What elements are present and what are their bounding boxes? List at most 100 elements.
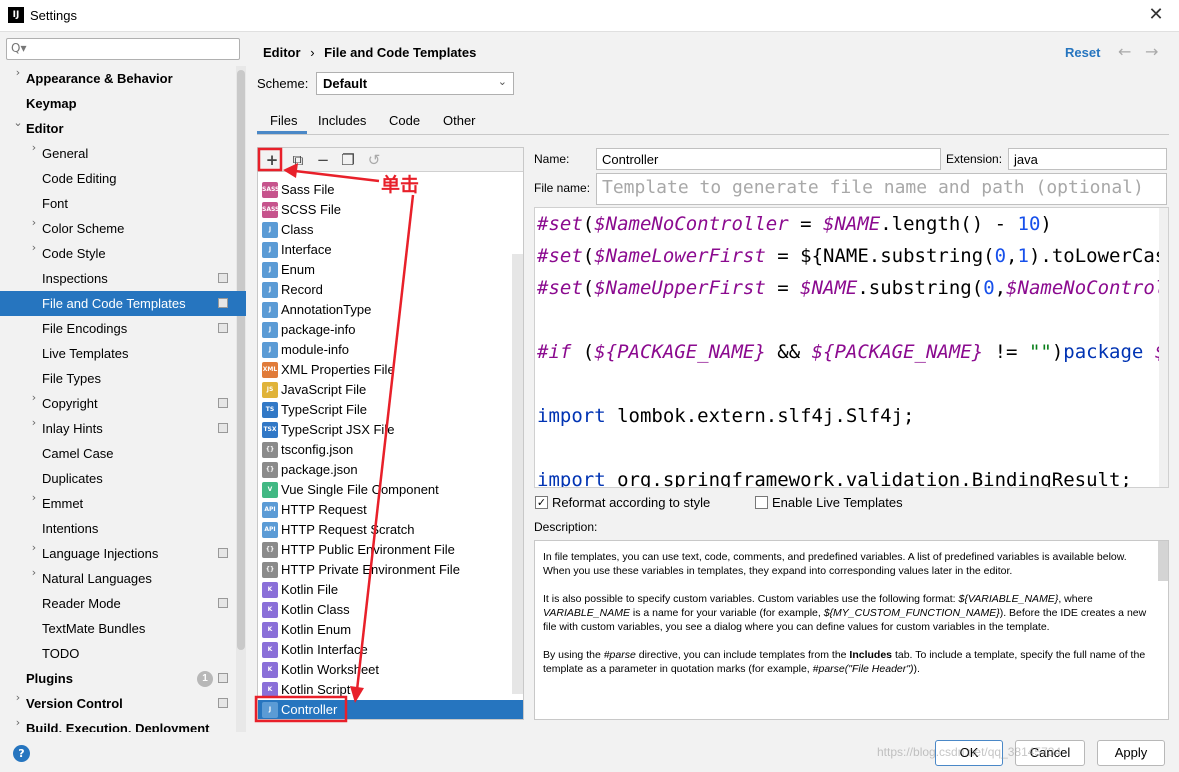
sidebar-item-font[interactable]: Font bbox=[0, 191, 236, 216]
sidebar-item-label: TextMate Bundles bbox=[42, 621, 146, 636]
template-list-item[interactable]: K Kotlin File bbox=[258, 580, 512, 600]
template-list-item[interactable]: K Kotlin Enum bbox=[258, 620, 512, 640]
sidebar-item-file-types[interactable]: File Types bbox=[0, 366, 236, 391]
sidebar-item-intentions[interactable]: Intentions bbox=[0, 516, 236, 541]
sidebar-item-code-editing[interactable]: Code Editing bbox=[0, 166, 236, 191]
sidebar-item-general[interactable]: › General bbox=[0, 141, 236, 166]
sidebar-item-copyright[interactable]: › Copyright bbox=[0, 391, 236, 416]
tabs-divider bbox=[257, 134, 1169, 135]
sidebar-item-camel-case[interactable]: Camel Case bbox=[0, 441, 236, 466]
file-type-icon: J bbox=[262, 342, 278, 358]
chevron-right-icon[interactable]: › bbox=[12, 66, 24, 79]
chevron-right-icon[interactable]: › bbox=[28, 141, 40, 154]
description-scrollbar[interactable] bbox=[1158, 541, 1168, 581]
chevron-right-icon[interactable]: › bbox=[12, 716, 24, 729]
template-list-item[interactable]: J Enum bbox=[258, 260, 512, 280]
sidebar-item-version-control[interactable]: › Version Control bbox=[0, 691, 236, 716]
sidebar-item-file-and-code-templates[interactable]: File and Code Templates bbox=[0, 291, 246, 316]
name-field[interactable]: Controller bbox=[596, 148, 941, 170]
project-scope-icon bbox=[218, 273, 228, 283]
live-templates-label[interactable]: Enable Live Templates bbox=[772, 495, 903, 510]
sidebar-item-editor[interactable]: ⌄ Editor bbox=[0, 116, 236, 141]
back-arrow-icon[interactable]: ← bbox=[1118, 42, 1131, 61]
chevron-right-icon[interactable]: › bbox=[28, 241, 40, 254]
help-icon[interactable]: ? bbox=[13, 745, 30, 762]
sidebar-item-duplicates[interactable]: Duplicates bbox=[0, 466, 236, 491]
close-icon[interactable]: ✕ bbox=[1145, 4, 1167, 26]
editor-scrollbar[interactable] bbox=[1159, 208, 1168, 487]
sidebar-item-natural-languages[interactable]: › Natural Languages bbox=[0, 566, 236, 591]
sidebar-item-keymap[interactable]: Keymap bbox=[0, 91, 236, 116]
template-list-item[interactable]: SASS SCSS File bbox=[258, 200, 512, 220]
template-list-item[interactable]: {} HTTP Private Environment File bbox=[258, 560, 512, 580]
settings-search-input[interactable]: Q▾ bbox=[6, 38, 240, 60]
template-list-item[interactable]: J AnnotationType bbox=[258, 300, 512, 320]
template-list-item[interactable]: K Kotlin Class bbox=[258, 600, 512, 620]
sidebar-item-todo[interactable]: TODO bbox=[0, 641, 236, 666]
apply-button[interactable]: Apply bbox=[1097, 740, 1165, 766]
tab-includes[interactable]: Includes bbox=[318, 113, 366, 128]
chevron-right-icon[interactable]: › bbox=[28, 416, 40, 429]
sidebar-item-inspections[interactable]: Inspections bbox=[0, 266, 236, 291]
sidebar-item-reader-mode[interactable]: Reader Mode bbox=[0, 591, 236, 616]
live-templates-checkbox[interactable] bbox=[755, 496, 768, 509]
template-list-item[interactable]: J Controller bbox=[258, 700, 523, 719]
reformat-label[interactable]: Reformat according to style bbox=[552, 495, 710, 510]
chevron-right-icon[interactable]: › bbox=[28, 216, 40, 229]
chevron-right-icon[interactable]: › bbox=[12, 691, 24, 704]
sidebar-item-build-execution-deployment[interactable]: › Build, Execution, Deployment bbox=[0, 716, 236, 732]
tab-other[interactable]: Other bbox=[443, 113, 476, 128]
template-list-item[interactable]: TSX TypeScript JSX File bbox=[258, 420, 512, 440]
chevron-right-icon[interactable]: › bbox=[28, 491, 40, 504]
sidebar-item-code-style[interactable]: › Code Style bbox=[0, 241, 236, 266]
reformat-checkbox[interactable]: ✓ bbox=[535, 496, 548, 509]
copy-template-button[interactable]: ⧉ bbox=[288, 150, 308, 170]
tab-code[interactable]: Code bbox=[389, 113, 420, 128]
template-list-item[interactable]: XML XML Properties File bbox=[258, 360, 512, 380]
template-list-item[interactable]: {} HTTP Public Environment File bbox=[258, 540, 512, 560]
template-list-item[interactable]: {} package.json bbox=[258, 460, 512, 480]
reset-link[interactable]: Reset bbox=[1065, 45, 1100, 60]
sidebar-item-language-injections[interactable]: › Language Injections bbox=[0, 541, 236, 566]
template-list-item[interactable]: TS TypeScript File bbox=[258, 400, 512, 420]
sidebar-item-textmate-bundles[interactable]: TextMate Bundles bbox=[0, 616, 236, 641]
scheme-dropdown[interactable]: Default ⌄ bbox=[316, 72, 514, 95]
chevron-right-icon[interactable]: › bbox=[28, 566, 40, 579]
template-list-item[interactable]: K Kotlin Worksheet bbox=[258, 660, 512, 680]
template-list-item[interactable]: J Interface bbox=[258, 240, 512, 260]
sidebar-item-label: Inlay Hints bbox=[42, 421, 103, 436]
template-list-item[interactable]: K Kotlin Script bbox=[258, 680, 512, 700]
file-name-field[interactable]: Template to generate file name and path … bbox=[596, 173, 1167, 205]
template-code-editor[interactable]: #set($NameNoController = $NAME.length() … bbox=[534, 207, 1169, 488]
template-list-item[interactable]: J Class bbox=[258, 220, 512, 240]
chevron-right-icon[interactable]: › bbox=[28, 541, 40, 554]
template-list-scrollbar[interactable] bbox=[512, 254, 523, 694]
sidebar-item-live-templates[interactable]: Live Templates bbox=[0, 341, 236, 366]
add-template-button[interactable]: + bbox=[262, 150, 282, 170]
template-list-item[interactable]: API HTTP Request bbox=[258, 500, 512, 520]
template-list-item[interactable]: V Vue Single File Component bbox=[258, 480, 512, 500]
reset-template-button[interactable]: ↺ bbox=[364, 150, 384, 170]
template-list-item[interactable]: API HTTP Request Scratch bbox=[258, 520, 512, 540]
file-type-icon: {} bbox=[262, 442, 278, 458]
duplicate-template-button[interactable]: ❐ bbox=[338, 150, 358, 170]
template-list-item[interactable]: {} tsconfig.json bbox=[258, 440, 512, 460]
template-list-item[interactable]: J Record bbox=[258, 280, 512, 300]
tab-files[interactable]: Files bbox=[270, 113, 297, 128]
forward-arrow-icon[interactable]: → bbox=[1145, 42, 1158, 61]
chevron-down-icon[interactable]: ⌄ bbox=[12, 116, 24, 129]
sidebar-item-emmet[interactable]: › Emmet bbox=[0, 491, 236, 516]
sidebar-item-plugins[interactable]: Plugins 1 bbox=[0, 666, 236, 691]
template-list-item[interactable]: JS JavaScript File bbox=[258, 380, 512, 400]
remove-template-button[interactable]: − bbox=[313, 150, 333, 170]
sidebar-item-label: Code Style bbox=[42, 246, 106, 261]
sidebar-item-inlay-hints[interactable]: › Inlay Hints bbox=[0, 416, 236, 441]
sidebar-item-color-scheme[interactable]: › Color Scheme bbox=[0, 216, 236, 241]
sidebar-item-appearance-behavior[interactable]: › Appearance & Behavior bbox=[0, 66, 236, 91]
template-list-item[interactable]: Jmodule-info bbox=[258, 340, 512, 360]
template-list-item[interactable]: Jpackage-info bbox=[258, 320, 512, 340]
sidebar-item-file-encodings[interactable]: File Encodings bbox=[0, 316, 236, 341]
extension-field[interactable]: java bbox=[1008, 148, 1167, 170]
template-list-item[interactable]: K Kotlin Interface bbox=[258, 640, 512, 660]
chevron-right-icon[interactable]: › bbox=[28, 391, 40, 404]
